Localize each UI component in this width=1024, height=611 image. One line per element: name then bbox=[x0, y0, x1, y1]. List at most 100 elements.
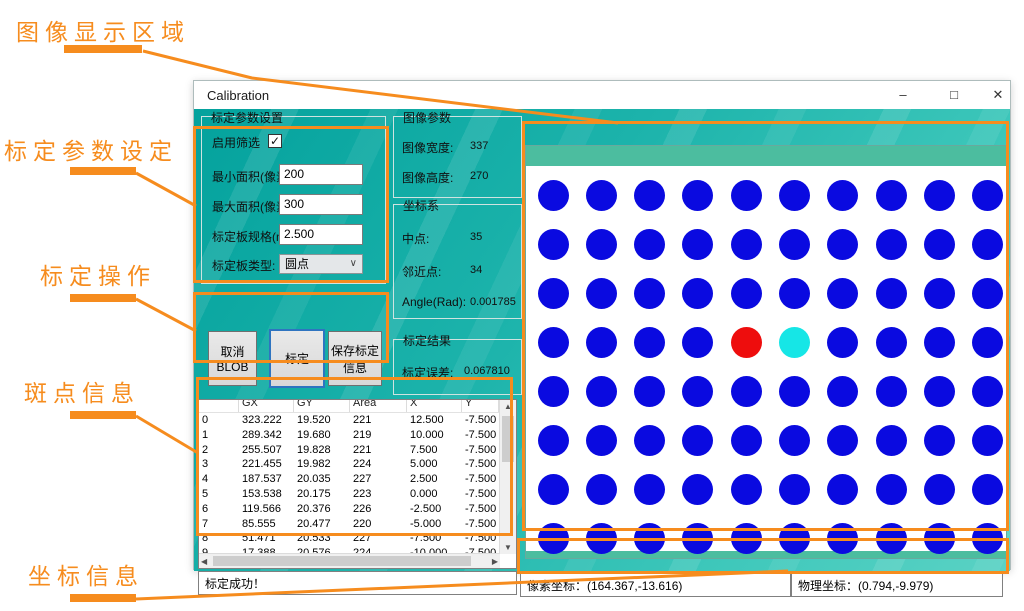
page: 图像显示区域 标定参数设定 标定操作 斑点信息 坐标信息 Calibration… bbox=[0, 0, 1024, 611]
blob-table-header-cell[interactable] bbox=[199, 400, 239, 412]
neighbor-value: 34 bbox=[470, 264, 482, 276]
window-titlebar[interactable]: Calibration – □ ✕ bbox=[194, 81, 1010, 109]
image-params-title: 图像参数 bbox=[400, 109, 454, 126]
calibration-dot bbox=[682, 376, 713, 407]
enable-filter-checkbox[interactable]: ✓ bbox=[268, 134, 282, 148]
calibration-dot bbox=[586, 278, 617, 309]
vertical-scrollbar[interactable]: ▲▼ bbox=[499, 400, 516, 554]
table-cell: 220 bbox=[350, 517, 407, 532]
table-cell: -7.500 bbox=[462, 472, 499, 487]
table-row[interactable]: 3221.45519.9822245.000-7.500 bbox=[199, 457, 501, 472]
calibration-dot bbox=[731, 278, 762, 309]
window-body: 标定参数设置 启用筛选 ✓ 最小面积(像素): 200 最大面积(像素): 30… bbox=[194, 109, 1010, 571]
image-display-picturebox[interactable] bbox=[525, 145, 1007, 559]
blob-table-header-cell[interactable]: GX bbox=[239, 400, 294, 412]
horizontal-scrollbar[interactable]: ◀▶ bbox=[199, 553, 500, 568]
calibration-dot bbox=[876, 180, 907, 211]
calibration-dot bbox=[827, 229, 858, 260]
table-cell: 153.538 bbox=[239, 487, 294, 502]
cyan-dot bbox=[779, 327, 810, 358]
coord-system-groupbox: 坐标系 中点: 35 邻近点: 34 Angle(Rad): 0.001785 bbox=[393, 204, 522, 319]
calibration-dot bbox=[827, 180, 858, 211]
calibration-dot bbox=[538, 474, 569, 505]
calibration-dot bbox=[827, 523, 858, 554]
blob-table[interactable]: GXGYAreaXY0323.22219.52022112.500-7.5001… bbox=[198, 399, 517, 569]
calibration-dot bbox=[731, 180, 762, 211]
scroll-up-icon[interactable]: ▲ bbox=[500, 402, 516, 411]
calibration-dot bbox=[634, 523, 665, 554]
table-row[interactable]: 851.47120.533227-7.500-7.500 bbox=[199, 531, 501, 546]
calibration-dot bbox=[538, 523, 569, 554]
calibration-dot bbox=[586, 523, 617, 554]
min-area-input[interactable]: 200 bbox=[279, 164, 363, 185]
blob-table-header-cell[interactable]: Y bbox=[462, 400, 499, 412]
table-row[interactable]: 1289.34219.68021910.000-7.500 bbox=[199, 428, 501, 443]
table-cell: 20.533 bbox=[294, 531, 350, 546]
calibration-dot bbox=[972, 229, 1003, 260]
maximize-button[interactable]: □ bbox=[945, 86, 963, 104]
table-row[interactable]: 5153.53820.1752230.000-7.500 bbox=[199, 487, 501, 502]
table-cell: 255.507 bbox=[239, 443, 294, 458]
calibration-dot bbox=[682, 327, 713, 358]
image-top-strip bbox=[526, 146, 1006, 166]
calibration-dot bbox=[827, 278, 858, 309]
calibration-dot bbox=[924, 180, 955, 211]
calibration-dot bbox=[924, 327, 955, 358]
blob-table-header-cell[interactable]: Area bbox=[350, 400, 407, 412]
calibration-dot bbox=[779, 229, 810, 260]
table-cell: 0.000 bbox=[407, 487, 462, 502]
calibration-dot bbox=[924, 474, 955, 505]
calibration-dot bbox=[538, 425, 569, 456]
angle-value: 0.001785 bbox=[470, 296, 516, 308]
annotation-image-display-area: 图像显示区域 bbox=[16, 13, 190, 47]
calibration-dot bbox=[731, 229, 762, 260]
scroll-left-icon[interactable]: ◀ bbox=[201, 557, 207, 566]
board-spec-input[interactable]: 2.500 bbox=[279, 224, 363, 245]
image-params-groupbox: 图像参数 图像宽度: 337 图像高度: 270 bbox=[393, 116, 522, 198]
calibration-dot bbox=[924, 523, 955, 554]
cancel-blob-button[interactable]: 取消BLOB bbox=[208, 331, 257, 386]
minimize-button[interactable]: – bbox=[894, 86, 912, 104]
table-row[interactable]: 2255.50719.8282217.500-7.500 bbox=[199, 443, 501, 458]
calibration-dot bbox=[682, 523, 713, 554]
calibration-dot bbox=[972, 376, 1003, 407]
angle-label: Angle(Rad): bbox=[402, 295, 466, 309]
scroll-right-icon[interactable]: ▶ bbox=[492, 557, 498, 566]
board-type-select[interactable]: 圆点 ∨ bbox=[279, 254, 363, 274]
scrollbar-thumb[interactable] bbox=[502, 416, 514, 462]
image-width-value: 337 bbox=[470, 140, 488, 152]
calibration-dot bbox=[876, 278, 907, 309]
table-cell: 10.000 bbox=[407, 428, 462, 443]
table-row[interactable]: 6119.56620.376226-2.500-7.500 bbox=[199, 502, 501, 517]
save-calibration-button[interactable]: 保存标定信息 bbox=[328, 331, 382, 386]
table-cell: 5 bbox=[199, 487, 239, 502]
image-height-value: 270 bbox=[470, 170, 488, 182]
board-type-value: 圆点 bbox=[285, 257, 309, 271]
table-cell: 323.222 bbox=[239, 413, 294, 428]
table-cell: -7.500 bbox=[462, 531, 499, 546]
calibration-dot bbox=[924, 229, 955, 260]
scroll-down-icon[interactable]: ▼ bbox=[500, 543, 516, 552]
table-cell: 221.455 bbox=[239, 457, 294, 472]
close-button[interactable]: ✕ bbox=[989, 86, 1007, 104]
table-cell: -7.500 bbox=[462, 443, 499, 458]
table-cell: 119.566 bbox=[239, 502, 294, 517]
max-area-input[interactable]: 300 bbox=[279, 194, 363, 215]
chevron-down-icon: ∨ bbox=[350, 255, 357, 273]
calibration-dot bbox=[876, 425, 907, 456]
calibration-dot bbox=[586, 376, 617, 407]
scrollbar-thumb[interactable] bbox=[213, 556, 471, 566]
blob-table-header-cell[interactable]: GY bbox=[294, 400, 350, 412]
annotation-calib-operation: 标定操作 bbox=[40, 257, 156, 291]
table-row[interactable]: 0323.22219.52022112.500-7.500 bbox=[199, 413, 501, 428]
calibration-dot bbox=[972, 425, 1003, 456]
calibration-dot bbox=[972, 474, 1003, 505]
annotation-coordinate-info: 坐标信息 bbox=[28, 557, 144, 591]
table-row[interactable]: 785.55520.477220-5.000-7.500 bbox=[199, 517, 501, 532]
blob-table-header-cell[interactable]: X bbox=[407, 400, 462, 412]
calibration-dot bbox=[634, 474, 665, 505]
calibrate-button[interactable]: 标定 bbox=[269, 329, 325, 388]
calibration-dot bbox=[682, 474, 713, 505]
table-cell: 85.555 bbox=[239, 517, 294, 532]
table-row[interactable]: 4187.53720.0352272.500-7.500 bbox=[199, 472, 501, 487]
